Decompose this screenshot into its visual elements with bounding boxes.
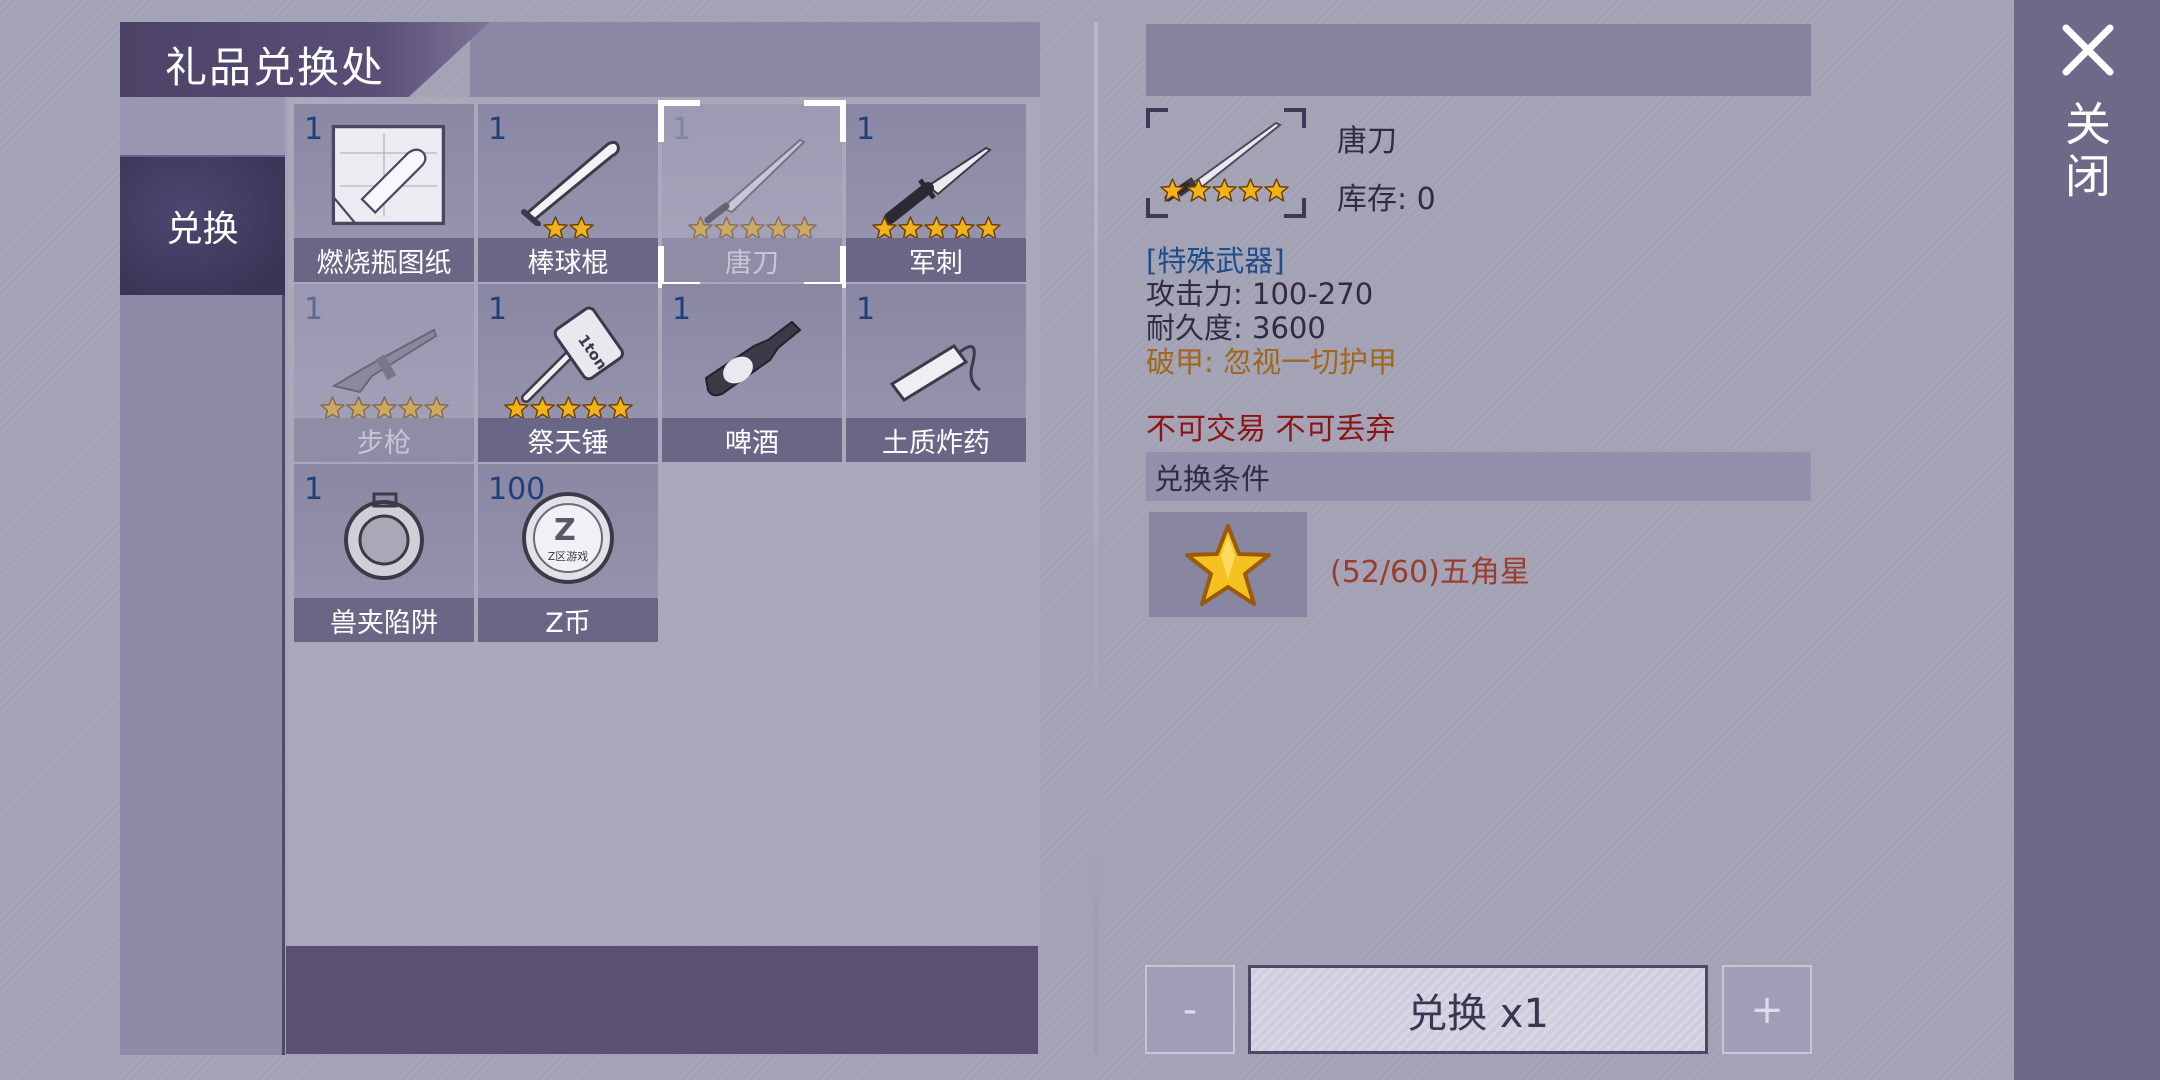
item-slot-0[interactable]: 1 燃烧瓶图纸	[294, 104, 474, 282]
item-name: 兽夹陷阱	[294, 598, 474, 642]
item-name: 棒球棍	[478, 238, 658, 282]
item-slot-9[interactable]: 100 Z Z区游戏 Z币	[478, 464, 658, 642]
selection-corner	[658, 100, 700, 142]
svg-text:Z区游戏: Z区游戏	[548, 550, 589, 563]
condition-header: 兑换条件	[1146, 452, 1811, 501]
detail-header-bar	[1146, 24, 1811, 96]
detail-star-rating	[1160, 178, 1289, 203]
grid-bottom-bar	[286, 946, 1038, 1054]
sidebar-tab-blank	[120, 97, 285, 155]
close-button[interactable]: 关闭	[2058, 100, 2118, 204]
hammer-icon: 1ton	[508, 306, 628, 406]
detail-item-icon	[1146, 108, 1306, 218]
item-count: 1	[856, 112, 876, 147]
beer-bottle-icon	[692, 306, 812, 406]
detail-armor-pierce: 破甲: 忽视一切护甲	[1146, 345, 1397, 379]
item-slot-7[interactable]: 1 土质炸药	[846, 284, 1026, 462]
selection-corner	[804, 100, 846, 142]
item-name: 燃烧瓶图纸	[294, 238, 474, 282]
star-icon	[1185, 523, 1271, 606]
item-slot-8[interactable]: 1 兽夹陷阱	[294, 464, 474, 642]
item-slot-2[interactable]: 1 唐刀	[658, 100, 846, 288]
item-slot-5[interactable]: 1 1ton 祭天锤	[478, 284, 658, 462]
sidebar-tab-exchange[interactable]: 兑换	[120, 155, 285, 295]
item-slot-1[interactable]: 1 棒球棍	[478, 104, 658, 282]
svg-text:Z: Z	[554, 513, 576, 548]
item-slot-3[interactable]: 1 军刺	[846, 104, 1026, 282]
molotov-blueprint-icon	[324, 124, 446, 226]
detail-item-name: 唐刀	[1337, 124, 1397, 159]
baseball-bat-icon	[508, 126, 628, 227]
dynamite-icon	[876, 306, 996, 406]
rifle-icon	[324, 306, 444, 406]
bear-trap-icon	[324, 486, 444, 586]
increase-button[interactable]: +	[1722, 965, 1812, 1054]
item-count: 1	[304, 292, 324, 327]
item-name: 祭天锤	[478, 418, 658, 462]
z-coin-icon: Z Z区游戏	[508, 486, 628, 586]
condition-item-box	[1149, 512, 1307, 617]
item-slot-4[interactable]: 1 步枪	[294, 284, 474, 462]
item-slot-6[interactable]: 1 啤酒	[662, 284, 842, 462]
selection-corner	[804, 246, 846, 288]
item-count: 1	[488, 112, 508, 147]
exchange-button[interactable]: 兑换 x1	[1248, 965, 1708, 1054]
item-name: 军刺	[846, 238, 1026, 282]
item-count: 1	[304, 472, 324, 507]
bayonet-icon	[876, 126, 996, 226]
item-count: 1	[488, 292, 508, 327]
condition-text: (52/60)五角星	[1330, 555, 1530, 590]
close-icon[interactable]	[2058, 20, 2118, 80]
item-name: 啤酒	[662, 418, 842, 462]
item-name: Z币	[478, 598, 658, 642]
decrease-button[interactable]: -	[1145, 965, 1235, 1054]
item-name: 土质炸药	[846, 418, 1026, 462]
page-title: 礼品兑换处	[165, 43, 386, 92]
selection-corner	[658, 246, 700, 288]
panel-divider	[1094, 22, 1098, 1054]
item-name: 步枪	[294, 418, 474, 462]
detail-stock: 库存: 0	[1337, 182, 1436, 217]
tang-dao-icon	[692, 126, 812, 226]
detail-restriction: 不可交易 不可丢弃	[1146, 412, 1396, 447]
item-count: 1	[672, 292, 692, 327]
title-bar	[470, 22, 1040, 97]
item-count: 1	[856, 292, 876, 327]
